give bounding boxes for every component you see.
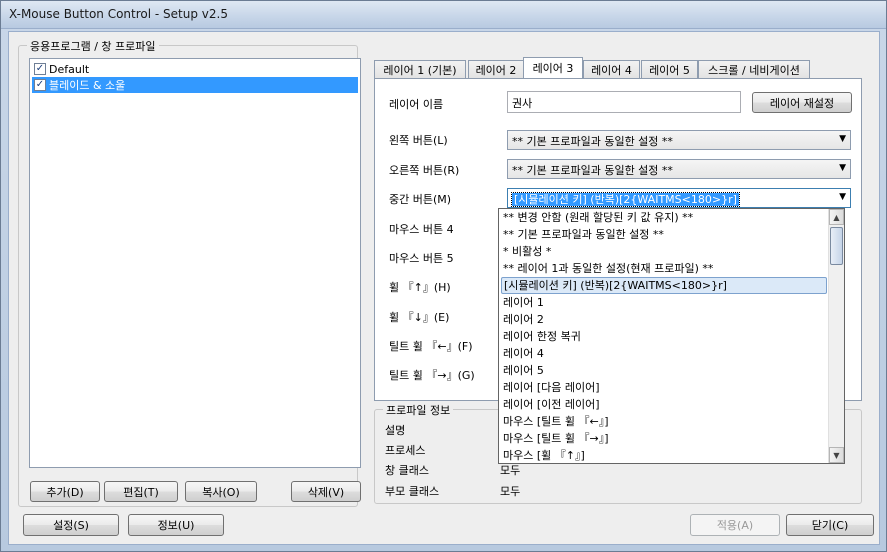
dropdown-option[interactable]: ** 변경 안함 (원래 할당된 키 값 유지) ** [501, 209, 827, 226]
dropdown-option[interactable]: 마우스 [틸트 휠 『→』] [501, 430, 827, 447]
layer-name-label: 레이어 이름 [389, 98, 444, 111]
dropdown-option[interactable]: 레이어 한정 복귀 [501, 328, 827, 345]
right-button-label: 오른쪽 버튼(R) [389, 164, 460, 177]
checkbox-icon[interactable]: ✓ [34, 63, 46, 75]
tab-layer-4[interactable]: 레이어 4 [583, 60, 640, 78]
left-button-select[interactable]: ** 기본 프로파일과 동일한 설정 ** ▼ [507, 130, 851, 150]
parent-class-value: 모두 [500, 485, 521, 498]
tab-label: 레이어 3 [532, 62, 574, 75]
dropdown-option[interactable]: 레이어 1 [501, 294, 827, 311]
middle-button-dropdown-list[interactable]: ** 변경 안함 (원래 할당된 키 값 유지) ** ** 기본 프로파일과 … [498, 208, 845, 464]
dropdown-option[interactable]: 레이어 5 [501, 362, 827, 379]
mouse-button-5-label: 마우스 버튼 5 [389, 252, 454, 265]
dropdown-arrow-icon[interactable]: ▼ [839, 163, 846, 173]
window-class-value: 모두 [500, 464, 521, 477]
close-button[interactable]: 닫기(C) [786, 514, 874, 536]
dropdown-option[interactable]: 레이어 [다음 레이어] [501, 379, 827, 396]
dropdown-option-highlighted[interactable]: [시뮬레이션 키] (반복)[2{WAITMS<180>}r] [501, 277, 827, 294]
profile-info-group-title: 프로파일 정보 [383, 402, 454, 418]
dropdown-option[interactable]: * 비활성 * [501, 243, 827, 260]
tab-label: 레이어 4 [591, 63, 632, 77]
delete-button[interactable]: 삭제(V) [291, 481, 361, 502]
dropdown-option[interactable]: 레이어 2 [501, 311, 827, 328]
dropdown-arrow-icon[interactable]: ▼ [839, 192, 846, 202]
scroll-down-arrow-icon[interactable]: ▼ [829, 447, 844, 463]
profile-item-blade-soul[interactable]: ✓ 블레이드 & 소울 [32, 77, 358, 93]
tab-scroll-navigation[interactable]: 스크롤 / 네비게이션 [698, 60, 810, 78]
layer-name-input[interactable]: 권사 [507, 91, 741, 113]
tilt-wheel-left-label: 틸트 휠 『←』(F) [389, 340, 473, 353]
app-profiles-group-title: 응용프로그램 / 창 프로파일 [27, 38, 159, 54]
tab-label: 레이어 5 [649, 63, 690, 77]
dropdown-option[interactable]: ** 레이어 1과 동일한 설정(현재 프로파일) ** [501, 260, 827, 277]
wheel-up-label: 휠 『↑』(H) [389, 281, 451, 294]
tab-label: 스크롤 / 네비게이션 [708, 63, 800, 77]
edit-button[interactable]: 편집(T) [104, 481, 178, 502]
apply-button[interactable]: 적용(A) [690, 514, 780, 536]
left-button-label: 왼쪽 버튼(L) [389, 134, 448, 147]
window-class-label: 창 클래스 [385, 464, 429, 477]
tilt-wheel-right-label: 틸트 휠 『→』(G) [389, 369, 475, 382]
scroll-up-arrow-icon[interactable]: ▲ [829, 209, 844, 225]
right-button-select[interactable]: ** 기본 프로파일과 동일한 설정 ** ▼ [507, 159, 851, 179]
wheel-down-label: 휠 『↓』(E) [389, 311, 450, 324]
scrollbar-thumb[interactable] [830, 227, 843, 265]
settings-button[interactable]: 설정(S) [23, 514, 119, 536]
dropdown-option[interactable]: 마우스 [틸트 휠 『←』] [501, 413, 827, 430]
select-value: ** 기본 프로파일과 동일한 설정 ** [512, 164, 673, 177]
window-title: X-Mouse Button Control - Setup v2.5 [9, 7, 228, 21]
description-label: 설명 [385, 424, 406, 437]
mouse-button-4-label: 마우스 버튼 4 [389, 223, 454, 236]
middle-button-select[interactable]: [시뮬레이션 키] (반복)[2{WAITMS<180>}r] ▼ [507, 188, 851, 208]
tab-layer-1[interactable]: 레이어 1 (기본) [374, 60, 466, 78]
profile-item-label: 블레이드 & 소울 [49, 79, 126, 92]
dropdown-option[interactable]: 마우스 [휠 『↑』] [501, 447, 827, 463]
profile-listbox[interactable]: ✓ Default ✓ 블레이드 & 소울 [29, 58, 361, 468]
dropdown-option[interactable]: 레이어 [이전 레이어] [501, 396, 827, 413]
profile-item-label: Default [49, 62, 90, 76]
middle-button-label: 중간 버튼(M) [389, 193, 452, 206]
parent-class-label: 부모 클래스 [385, 485, 440, 498]
tab-layer-5[interactable]: 레이어 5 [641, 60, 698, 78]
about-button[interactable]: 정보(U) [128, 514, 224, 536]
tab-label: 레이어 1 (기본) [383, 63, 457, 77]
copy-button[interactable]: 복사(O) [185, 481, 257, 502]
dropdown-arrow-icon[interactable]: ▼ [839, 134, 846, 144]
add-button[interactable]: 추가(D) [30, 481, 100, 502]
tab-layer-3[interactable]: 레이어 3 [523, 57, 583, 78]
select-value: ** 기본 프로파일과 동일한 설정 ** [512, 135, 673, 148]
process-label: 프로세스 [385, 444, 426, 457]
dropdown-scrollbar[interactable]: ▲ ▼ [828, 209, 844, 463]
title-bar[interactable]: X-Mouse Button Control - Setup v2.5 [1, 1, 886, 29]
select-value: [시뮬레이션 키] (반복)[2{WAITMS<180>}r] [511, 192, 740, 207]
profile-item-default[interactable]: ✓ Default [32, 61, 358, 77]
tab-label: 레이어 2 [475, 63, 517, 77]
dropdown-option[interactable]: 레이어 4 [501, 345, 827, 362]
dropdown-option[interactable]: ** 기본 프로파일과 동일한 설정 ** [501, 226, 827, 243]
checkbox-icon[interactable]: ✓ [34, 79, 46, 91]
tab-layer-2[interactable]: 레이어 2 [468, 60, 524, 78]
reset-layer-button[interactable]: 레이어 재설정 [752, 92, 852, 113]
main-window: X-Mouse Button Control - Setup v2.5 응용프로… [0, 0, 887, 552]
